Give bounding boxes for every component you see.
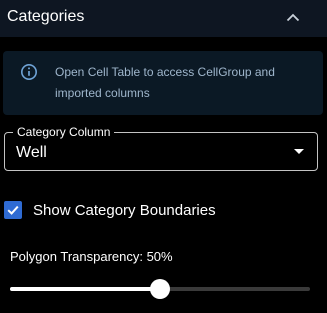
category-column-label: Category Column bbox=[13, 125, 115, 139]
polygon-transparency-slider[interactable] bbox=[10, 279, 310, 299]
category-column-select[interactable]: Category Column Well bbox=[4, 125, 318, 171]
polygon-transparency-label: Polygon Transparency: 50% bbox=[10, 249, 173, 264]
show-category-boundaries-checkbox[interactable]: Show Category Boundaries bbox=[4, 199, 216, 221]
panel-header: Categories bbox=[0, 0, 327, 37]
category-column-value: Well bbox=[16, 144, 47, 161]
checkbox-checked-icon[interactable] bbox=[4, 201, 22, 219]
chevron-up-icon bbox=[286, 13, 300, 21]
info-message: Open Cell Table to access CellGroup and … bbox=[55, 65, 275, 100]
slider-track bbox=[10, 287, 160, 291]
panel-title: Categories bbox=[7, 8, 85, 25]
dropdown-arrow-icon bbox=[294, 149, 304, 154]
info-icon bbox=[21, 64, 37, 80]
slider-thumb[interactable] bbox=[150, 279, 170, 299]
info-alert: Open Cell Table to access CellGroup and … bbox=[3, 51, 323, 115]
show-category-boundaries-label: Show Category Boundaries bbox=[33, 201, 216, 219]
collapse-button[interactable] bbox=[283, 8, 303, 26]
